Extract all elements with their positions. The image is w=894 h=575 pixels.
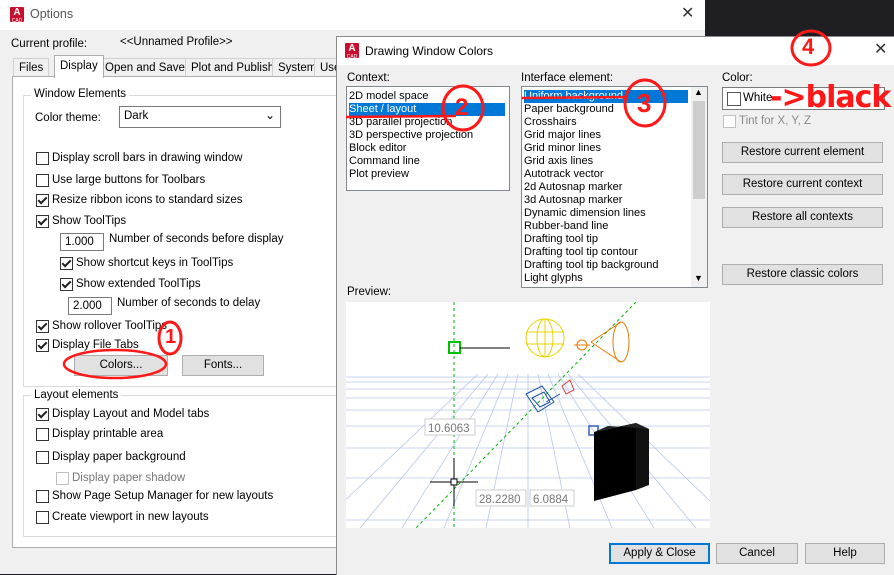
tab-display[interactable]: Display [54,55,104,78]
annotation-number-1: 1 [165,326,177,348]
red-annotations [62,29,832,380]
annotation-black-note: ->black [770,80,891,115]
annotation-number-4: 4 [802,34,815,59]
annotation-number-3: 3 [637,88,652,118]
annotation-underline-2 [345,114,457,119]
annotation-number-2: 2 [455,94,469,121]
annotation-underline-3 [521,95,629,100]
annotation-colors-circle [62,348,168,380]
